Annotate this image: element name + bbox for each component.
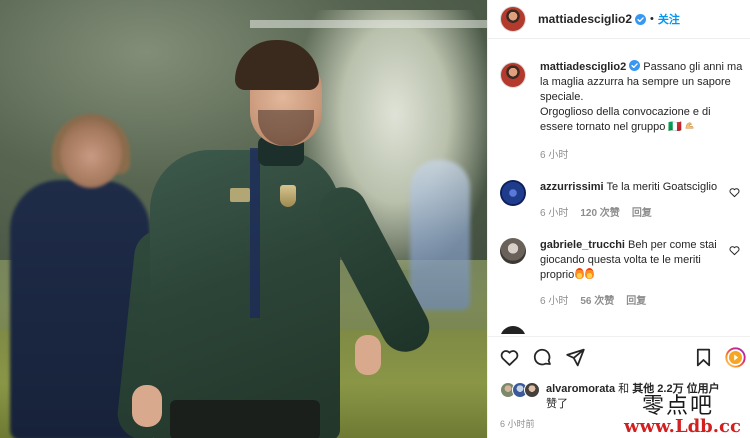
bookmark-icon[interactable]	[693, 347, 714, 368]
caption-text: mattiadesciglio2 Passano gli anni ma la …	[540, 60, 746, 163]
header-divider	[488, 38, 750, 39]
caption-avatar[interactable]	[500, 62, 526, 88]
author-avatar[interactable]	[500, 6, 526, 32]
comment-likes[interactable]: 56 次赞	[580, 292, 614, 307]
heart-icon[interactable]	[499, 347, 520, 368]
comment-item: azzurrissimi Te la meriti Goatsciglio 6 …	[500, 180, 746, 219]
liker-username[interactable]: alvaromorata	[546, 383, 615, 395]
comment-time: 6 小时	[540, 208, 569, 219]
caption-time: 6 小时	[540, 150, 569, 161]
likes-suffix: 赞了	[546, 398, 568, 410]
comment-likes[interactable]: 120 次赞	[580, 204, 619, 219]
fire-emoji-icon	[575, 268, 585, 279]
post-caption: mattiadesciglio2 Passano gli anni ma la …	[500, 60, 746, 163]
header-separator-dot: •	[650, 13, 654, 25]
author-username[interactable]: mattiadesciglio2	[538, 12, 632, 26]
post-side-panel: mattiadesciglio2 • 关注 mattiadesciglio2 P…	[487, 0, 750, 438]
commenter-avatar[interactable]	[500, 180, 526, 206]
site-watermark: 零点吧 www.Ldb.cc	[608, 388, 750, 438]
comment-heart-icon[interactable]	[729, 187, 740, 198]
flexed-biceps-icon	[685, 122, 694, 129]
comment-time: 6 小时	[540, 296, 569, 307]
comment-item: gabriele_trucchi Beh per come stai gioca…	[500, 238, 746, 307]
comment-item-clipped	[500, 326, 746, 334]
comment-text: Te la meriti Goatsciglio	[606, 181, 718, 193]
commenter-avatar[interactable]	[500, 238, 526, 264]
story-ring-icon[interactable]	[725, 347, 746, 368]
actions-divider	[488, 336, 750, 337]
kit-crest	[280, 185, 296, 207]
verified-badge-icon	[635, 13, 647, 25]
commenter-username[interactable]: gabriele_trucchi	[540, 239, 625, 251]
comment-reply-button[interactable]: 回复	[626, 292, 646, 307]
kit-logo	[230, 188, 250, 202]
comment-heart-icon[interactable]	[729, 245, 740, 256]
photo-goal-post	[250, 20, 487, 28]
watermark-url: www.Ldb.cc	[624, 416, 741, 437]
photo-player	[115, 40, 438, 438]
liker-avatars[interactable]	[500, 382, 542, 398]
send-icon[interactable]	[565, 347, 586, 368]
post-timestamp: 6 小时前	[500, 419, 535, 429]
commenter-avatar[interactable]	[500, 326, 526, 334]
comment-icon[interactable]	[532, 347, 553, 368]
action-bar	[488, 344, 750, 372]
post-photo[interactable]	[0, 0, 487, 438]
verified-badge-icon	[629, 60, 641, 71]
post-header: mattiadesciglio2 • 关注	[488, 0, 750, 38]
commenter-username[interactable]: azzurrissimi	[540, 181, 604, 193]
follow-button[interactable]: 关注	[658, 11, 680, 27]
comment-reply-button[interactable]: 回复	[632, 204, 652, 219]
fire-emoji-icon	[585, 268, 595, 279]
photo-training-dummy	[410, 160, 470, 310]
caption-username[interactable]: mattiadesciglio2	[540, 61, 626, 73]
